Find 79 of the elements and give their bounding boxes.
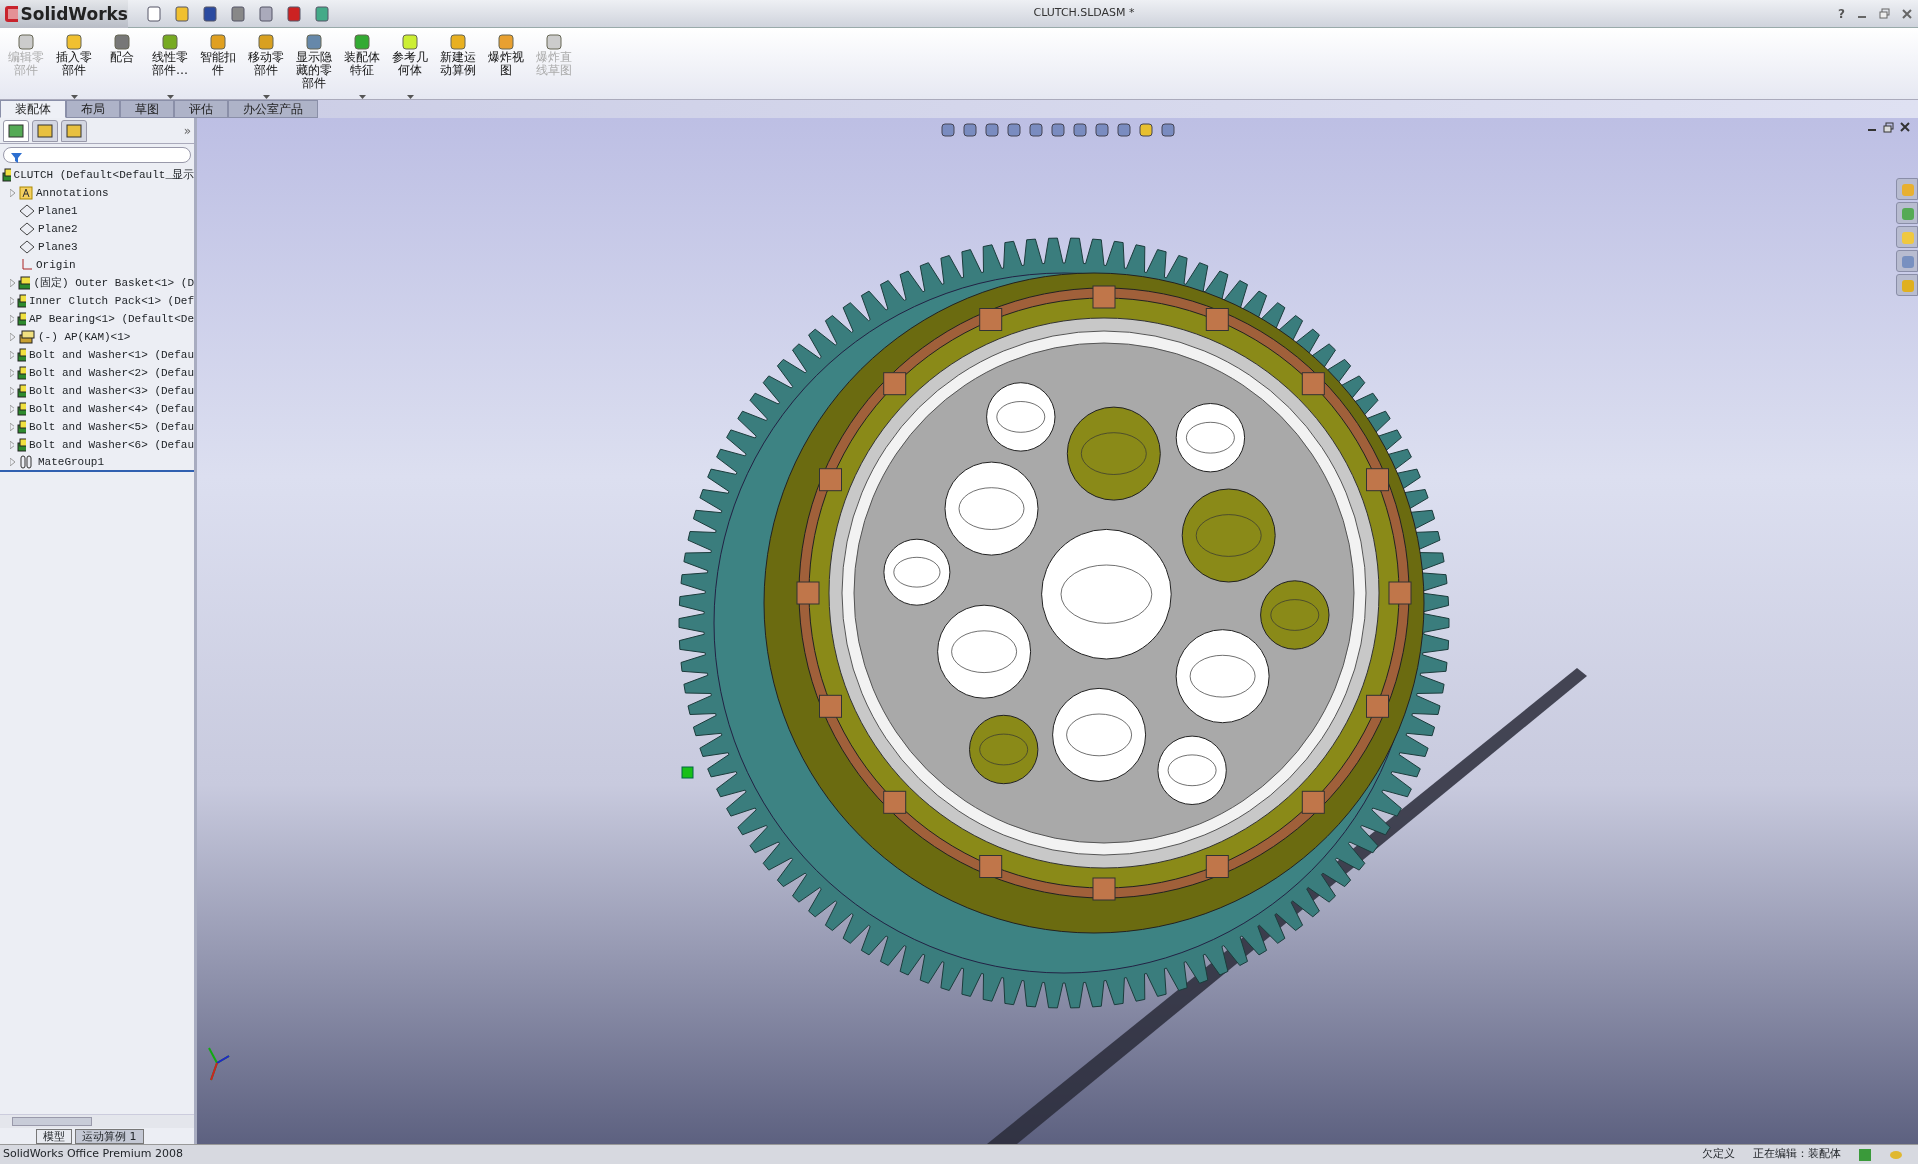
selection-handle[interactable] xyxy=(681,766,694,779)
ribbon-button[interactable]: 爆炸视图 xyxy=(483,31,529,101)
expand-arrow-icon[interactable] xyxy=(10,189,16,197)
window-title: CLUTCH.SLDASM * xyxy=(1033,6,1135,20)
status-text: SolidWorks Office Premium 2008 xyxy=(3,1146,184,1163)
tab[interactable]: 装配体 xyxy=(0,100,66,118)
expand-arrow-icon[interactable] xyxy=(10,387,14,395)
axis-triad-icon xyxy=(208,1047,230,1081)
part-icon xyxy=(17,276,31,290)
tree-item[interactable]: Bolt and Washer<2> (Defau xyxy=(28,364,194,382)
expand-arrow-icon[interactable] xyxy=(10,369,14,377)
expand-arrow-icon[interactable] xyxy=(10,315,14,323)
tree-item[interactable]: (固定) Outer Basket<1> (D xyxy=(33,274,194,292)
tree-item[interactable]: MateGroup1 xyxy=(38,453,104,471)
expand-arrow-icon[interactable] xyxy=(10,351,14,359)
status-text: 欠定义 xyxy=(1702,1146,1735,1163)
part-icon xyxy=(2,168,11,182)
expand-arrow-icon[interactable] xyxy=(10,423,14,431)
part-icon xyxy=(16,312,26,326)
logo-icon xyxy=(4,4,18,23)
tree-item[interactable]: Plane1 xyxy=(38,202,78,220)
tree-item[interactable]: Plane3 xyxy=(38,238,78,256)
tab[interactable]: 办公室产品 xyxy=(228,100,318,118)
horizontal-scrollbar[interactable] xyxy=(0,1114,194,1128)
ribbon-button[interactable]: 插入零部件 xyxy=(51,31,97,101)
ribbon-button[interactable]: 新建运动算例 xyxy=(435,31,481,101)
ribbon-button[interactable]: 显示隐藏的零部件 xyxy=(291,31,337,101)
expand-arrow-icon[interactable] xyxy=(10,279,15,287)
panel-tab[interactable] xyxy=(61,119,87,142)
ribbon-button[interactable]: 装配体特征 xyxy=(339,31,385,101)
part-icon xyxy=(16,294,26,308)
ribbon-button[interactable]: 智能扣件 xyxy=(195,31,241,101)
expand-arrow-icon[interactable] xyxy=(10,441,14,449)
annotation-icon xyxy=(19,186,33,200)
restore-icon[interactable] xyxy=(1883,122,1894,133)
tree-item[interactable]: CLUTCH (Default<Default_显示 xyxy=(13,166,194,184)
expand-arrow-icon[interactable] xyxy=(10,297,14,305)
tab[interactable]: 草图 xyxy=(120,100,174,118)
tree-item[interactable]: Annotations xyxy=(36,184,109,202)
part-icon xyxy=(16,420,26,434)
restore-icon[interactable] xyxy=(1879,8,1890,19)
tab[interactable]: 布局 xyxy=(66,100,120,118)
tree-item[interactable]: AP Bearing<1> (Default<De xyxy=(28,310,194,328)
panel-tab[interactable] xyxy=(3,119,29,142)
ribbon-button[interactable]: 线性零部件… xyxy=(147,31,193,101)
close-icon[interactable] xyxy=(1900,122,1910,132)
ribbon-button[interactable]: 参考几何体 xyxy=(387,31,433,101)
tree-item[interactable]: Bolt and Washer<5> (Defau xyxy=(28,418,194,436)
tree-item[interactable]: (-) AP(KAM)<1> xyxy=(38,328,131,346)
app-logo: SolidWorks xyxy=(20,3,128,24)
tab[interactable]: 评估 xyxy=(174,100,228,118)
expand-arrow-icon[interactable] xyxy=(10,333,16,341)
tree-item[interactable]: Origin xyxy=(36,256,76,274)
part-icon xyxy=(16,348,26,362)
origin-icon xyxy=(19,258,33,272)
close-icon[interactable] xyxy=(1902,8,1912,19)
tab[interactable]: 模型 xyxy=(36,1128,72,1144)
expand-arrow-icon[interactable] xyxy=(10,405,14,413)
help-button[interactable]: ? xyxy=(1838,4,1845,23)
tree-item[interactable]: Bolt and Washer<4> (Defau xyxy=(28,400,194,418)
panel-tab[interactable] xyxy=(32,119,58,142)
part-icon xyxy=(19,330,35,344)
tree-item[interactable]: Bolt and Washer<1> (Defau xyxy=(28,346,194,364)
filter-field[interactable] xyxy=(3,147,191,163)
tree-item[interactable]: Bolt and Washer<3> (Defau xyxy=(28,382,194,400)
tree-item[interactable]: Bolt and Washer<6> (Defau xyxy=(28,436,194,454)
tree-item[interactable]: Plane2 xyxy=(38,220,78,238)
tree-item[interactable]: Inner Clutch Pack<1> (Def xyxy=(28,292,194,310)
part-icon xyxy=(16,366,26,380)
part-icon xyxy=(16,384,26,398)
ribbon-button[interactable]: 配合 xyxy=(99,31,145,101)
part-icon xyxy=(16,402,26,416)
part-icon xyxy=(16,438,26,452)
status-text: 正在编辑：装配体 xyxy=(1753,1146,1841,1163)
tab[interactable]: 运动算例 1 xyxy=(75,1128,144,1144)
ribbon-button[interactable]: 移动零部件 xyxy=(243,31,289,101)
filter-icon xyxy=(10,151,24,164)
expand-panel-button[interactable]: » xyxy=(183,121,191,140)
expand-arrow-icon[interactable] xyxy=(10,458,16,466)
